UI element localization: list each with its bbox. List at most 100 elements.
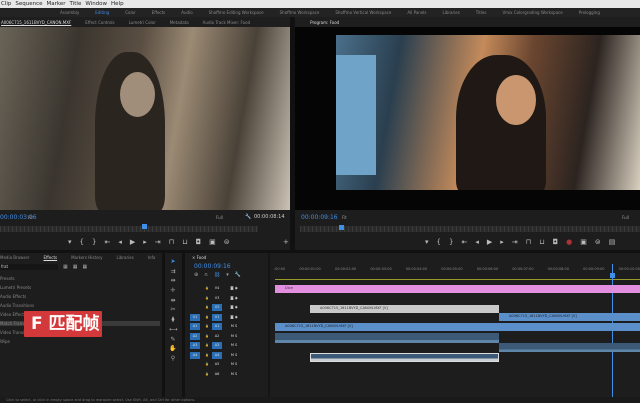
mute-solo-buttons[interactable]: M S bbox=[224, 323, 244, 330]
snap-icon[interactable]: ∩ bbox=[204, 272, 208, 278]
menu-clip[interactable]: Clip bbox=[1, 1, 11, 7]
workspace-audio[interactable]: Audio bbox=[181, 10, 192, 15]
program-zoom-select[interactable]: Fit bbox=[342, 215, 347, 220]
menu-sequence[interactable]: Sequence bbox=[15, 1, 42, 7]
source-patch[interactable]: A3 bbox=[190, 342, 200, 349]
lock-icon[interactable]: 🔒 bbox=[202, 352, 212, 359]
source-resolution-select[interactable]: Full bbox=[216, 215, 223, 220]
32bit-effects-icon[interactable]: ▦ bbox=[73, 264, 78, 270]
timeline-ruler[interactable]: :00:00 00:00:01:00 00:00:02:00 00:00:03:00 0… bbox=[274, 267, 640, 271]
play-icon[interactable]: ▶ bbox=[130, 238, 135, 246]
timeline-timecode[interactable]: 00:00:09:16 bbox=[194, 263, 231, 270]
source-patch[interactable] bbox=[190, 371, 200, 378]
step-back-icon[interactable]: ◂ bbox=[475, 238, 479, 246]
lock-icon[interactable]: 🔒 bbox=[202, 304, 212, 311]
track-target[interactable]: A6 bbox=[212, 371, 222, 378]
lock-icon[interactable]: 🔒 bbox=[202, 285, 212, 292]
extract-icon[interactable]: ⊔ bbox=[539, 238, 544, 246]
add-button-icon[interactable]: + bbox=[283, 238, 289, 246]
wrench-icon[interactable]: 🔧 bbox=[245, 214, 251, 220]
workspace-editing[interactable]: Editing bbox=[95, 10, 109, 15]
lock-icon[interactable]: 🔒 bbox=[202, 371, 212, 378]
source-patch[interactable] bbox=[190, 285, 200, 292]
workspace-shoffmo[interactable]: Shoffmo Workspace bbox=[280, 10, 320, 15]
insert-icon[interactable]: ⊓ bbox=[169, 238, 174, 246]
track-target[interactable]: A1 bbox=[212, 323, 222, 330]
menu-title[interactable]: Title bbox=[70, 1, 82, 7]
mute-solo-buttons[interactable]: M S bbox=[224, 333, 244, 340]
workspace-titles[interactable]: Titles bbox=[476, 10, 487, 15]
eye-icon[interactable]: ◙ ◉ bbox=[224, 295, 244, 302]
go-to-in-icon[interactable]: ⇤ bbox=[461, 238, 467, 246]
workspace-shoffmo-editing[interactable]: Shoffmo Editing Workspace bbox=[209, 10, 264, 15]
menu-window[interactable]: Window bbox=[85, 1, 107, 7]
workspace-effects[interactable]: Effects bbox=[152, 10, 166, 15]
workspace-shoffmo-vertical[interactable]: Shoffmo Vertical Workspace bbox=[335, 10, 391, 15]
add-marker-icon[interactable]: ▾ bbox=[425, 238, 429, 246]
workspace-color[interactable]: Color bbox=[125, 10, 135, 15]
mark-in-icon[interactable]: { bbox=[437, 238, 441, 246]
nest-icon[interactable]: ⊕ bbox=[194, 272, 198, 278]
lock-icon[interactable]: 🔒 bbox=[202, 295, 212, 302]
menu-marker[interactable]: Marker bbox=[47, 1, 66, 7]
video-clip-v1[interactable]: A006C715_1611BVYD_CANON.MXF [V] bbox=[275, 323, 640, 331]
overwrite-icon[interactable]: ⊔ bbox=[182, 238, 187, 246]
timeline-tab[interactable]: × Food bbox=[192, 255, 206, 260]
workspace-libraries[interactable]: Libraries bbox=[443, 10, 460, 15]
export-frame-icon[interactable]: ▣ bbox=[209, 238, 216, 246]
effects-item[interactable]: Presets bbox=[0, 276, 160, 281]
slip-icon[interactable]: ⧫ bbox=[169, 316, 177, 324]
mark-in-icon[interactable]: { bbox=[80, 238, 84, 246]
razor-icon[interactable]: ✂ bbox=[169, 306, 177, 314]
track-target[interactable]: A4 bbox=[212, 351, 222, 359]
source-patch[interactable] bbox=[190, 361, 200, 368]
tab-libraries[interactable]: Libraries bbox=[117, 255, 134, 260]
go-to-in-icon[interactable]: ⇤ bbox=[104, 238, 110, 246]
lock-icon[interactable]: 🔒 bbox=[202, 314, 212, 321]
step-forward-icon[interactable]: ▸ bbox=[143, 238, 147, 246]
step-back-icon[interactable]: ◂ bbox=[118, 238, 122, 246]
source-monitor-video[interactable] bbox=[0, 27, 290, 210]
track-target[interactable]: V4 bbox=[212, 285, 222, 292]
add-marker-icon[interactable]: ▾ bbox=[226, 272, 229, 278]
tab-info[interactable]: Info bbox=[148, 255, 156, 260]
eye-icon[interactable]: ◙ ◉ bbox=[224, 285, 244, 292]
source-patch[interactable]: A1 bbox=[190, 323, 200, 330]
audio-clip-a1b[interactable] bbox=[499, 343, 640, 352]
workspace-vmix[interactable]: Vmix Colorgrading Workspace bbox=[502, 10, 562, 15]
effects-item[interactable]: Lumetri Presets bbox=[0, 285, 160, 290]
linked-selection-icon[interactable]: ⛓ bbox=[214, 272, 220, 278]
program-resolution-select[interactable]: Full bbox=[622, 215, 629, 220]
track-target[interactable]: V2 bbox=[212, 304, 222, 311]
tab-audio-mixer[interactable]: Audio Track Mixer: Food bbox=[203, 20, 250, 25]
graphic-clip[interactable]: Dice bbox=[275, 285, 640, 293]
source-playhead[interactable] bbox=[142, 224, 147, 229]
mark-out-icon[interactable]: } bbox=[92, 238, 96, 246]
track-target[interactable]: V1 bbox=[212, 313, 222, 321]
program-monitor-video[interactable] bbox=[336, 35, 640, 190]
menu-help[interactable]: Help bbox=[111, 1, 124, 7]
mute-solo-buttons[interactable]: M S bbox=[224, 371, 244, 378]
pen-icon[interactable]: ✎ bbox=[169, 336, 177, 344]
work-area-bar[interactable] bbox=[275, 279, 640, 280]
eye-icon[interactable]: ◙ ◉ bbox=[224, 304, 244, 311]
tab-effect-controls[interactable]: Effect Controls bbox=[85, 20, 114, 25]
slide-icon[interactable]: ⟷ bbox=[169, 326, 178, 334]
source-scrubber[interactable] bbox=[0, 226, 258, 232]
yuv-effects-icon[interactable]: ▦ bbox=[82, 264, 87, 270]
audio-clip-a1[interactable] bbox=[275, 333, 499, 343]
accelerated-effects-icon[interactable]: ▦ bbox=[63, 264, 68, 270]
video-clip-v2a[interactable]: A006C715_1611BVYD_CANON.MXF [V] bbox=[310, 305, 499, 313]
camera-icon[interactable]: ◘ bbox=[196, 238, 202, 246]
tab-metadata[interactable]: Metadata bbox=[170, 20, 189, 25]
zoom-icon[interactable]: ⚲ bbox=[169, 355, 177, 363]
tab-lumetri-color[interactable]: Lumetri Color bbox=[129, 20, 156, 25]
program-playhead[interactable] bbox=[339, 225, 344, 230]
ripple-edit-icon[interactable]: ⇹ bbox=[169, 277, 177, 285]
track-select-icon[interactable]: ⇉ bbox=[169, 268, 177, 276]
add-marker-icon[interactable]: ▾ bbox=[68, 238, 72, 246]
settings-icon[interactable]: ⊜ bbox=[224, 238, 230, 246]
effects-search-input[interactable]: frat bbox=[0, 264, 58, 270]
eye-icon[interactable]: ◙ ◉ bbox=[224, 314, 244, 321]
track-target[interactable]: A2 bbox=[212, 333, 222, 340]
